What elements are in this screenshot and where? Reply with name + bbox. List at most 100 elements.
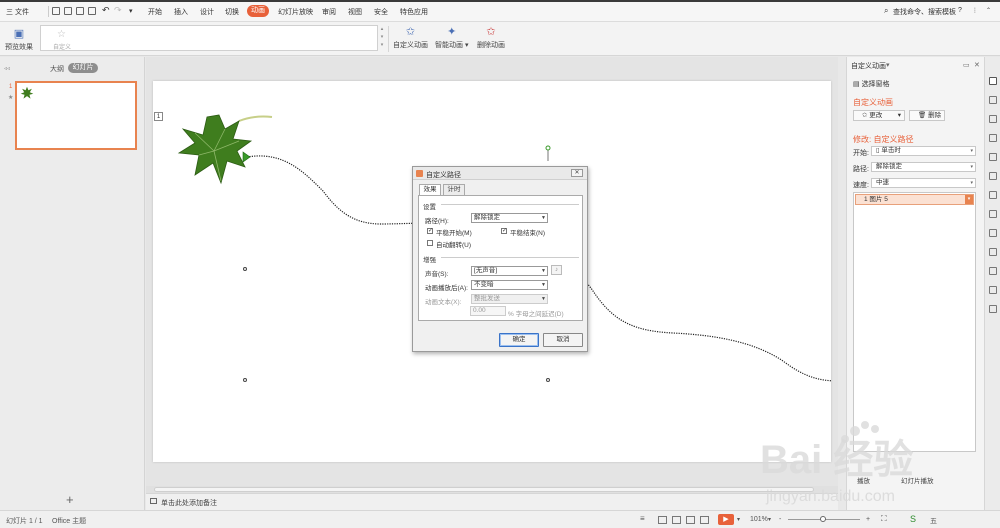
close-icon[interactable]: ✕: [571, 169, 583, 177]
tab-animation[interactable]: 动画: [247, 5, 269, 17]
tab-slides[interactable]: 幻灯片: [68, 63, 98, 73]
sound-icon[interactable]: [989, 248, 997, 256]
notes-toggle-icon[interactable]: ≡: [640, 514, 645, 523]
help-button[interactable]: ?: [958, 7, 962, 14]
path-dropdown[interactable]: 解除锁定 ▾: [871, 162, 976, 172]
speed-dropdown[interactable]: 中速 ▾: [871, 178, 976, 188]
collapse-panel-icon[interactable]: ◃◃: [4, 65, 10, 72]
auto-reverse-checkbox[interactable]: [427, 240, 433, 246]
slideshow-play-button[interactable]: ▶: [718, 514, 734, 525]
notes-pane[interactable]: 单击此处添加备注: [146, 493, 838, 510]
zoom-out-button[interactable]: -: [779, 516, 781, 523]
delete-animation-button[interactable]: ✩ 删除动画: [477, 26, 505, 50]
save-icon[interactable]: [52, 7, 60, 15]
cancel-button[interactable]: 取消: [543, 333, 583, 347]
play-options-chevron-icon[interactable]: ▾: [737, 516, 740, 523]
format-icon[interactable]: [989, 153, 997, 161]
help-icon[interactable]: [989, 305, 997, 313]
reading-mode-icon[interactable]: [700, 516, 709, 524]
redo-icon[interactable]: ↷: [114, 5, 122, 16]
smooth-start-checkbox[interactable]: ✓: [427, 228, 433, 234]
export-pdf-icon[interactable]: [88, 7, 96, 15]
zoom-level[interactable]: 101%: [750, 516, 768, 523]
reading-view-icon[interactable]: [686, 516, 695, 524]
list-item[interactable]: 1 图片 5 ▾: [855, 194, 974, 205]
preview-effect-button[interactable]: ▣ 预览效果: [5, 28, 33, 52]
scrollbar-thumb[interactable]: [154, 487, 814, 492]
tab-security[interactable]: 安全: [374, 7, 388, 17]
resize-handle[interactable]: [546, 378, 550, 382]
input-method-icon[interactable]: S: [910, 514, 916, 524]
tab-outline[interactable]: 大纲: [50, 64, 64, 74]
resize-handle[interactable]: [243, 378, 247, 382]
sound-select[interactable]: [无声音] ▼: [471, 266, 548, 276]
layout-icon[interactable]: [989, 191, 997, 199]
normal-view-icon[interactable]: [658, 516, 667, 524]
select-pane-button[interactable]: ▤ 选择窗格: [853, 79, 890, 89]
change-effect-button[interactable]: ✩ 更改 ▾: [853, 110, 905, 121]
star-icon[interactable]: [989, 172, 997, 180]
history-icon[interactable]: [989, 286, 997, 294]
pane-restore-icon[interactable]: ▭: [963, 61, 970, 69]
tab-slideshow[interactable]: 幻灯片放映: [278, 7, 313, 17]
tab-design[interactable]: 设计: [200, 7, 214, 17]
pane-close-icon[interactable]: ✕: [974, 61, 980, 69]
delete-animation-label: 删除动画: [477, 42, 505, 49]
horizontal-scrollbar[interactable]: [146, 486, 838, 493]
path-label: 路径:: [853, 166, 869, 173]
smart-star-icon: ✦: [447, 26, 457, 38]
resize-handle[interactable]: [243, 267, 247, 271]
ok-button[interactable]: 确定: [499, 333, 539, 347]
tab-transition[interactable]: 切换: [225, 7, 239, 17]
custom-animation-button[interactable]: ✩ 自定义动画: [393, 26, 428, 50]
quick-access-dropdown-icon[interactable]: ▾: [129, 7, 133, 15]
smooth-end-checkbox[interactable]: ✓: [501, 228, 507, 234]
zoom-in-button[interactable]: +: [866, 516, 870, 523]
tab-review[interactable]: 审阅: [322, 7, 336, 17]
adjust-icon[interactable]: [989, 134, 997, 142]
tab-insert[interactable]: 插入: [174, 7, 188, 17]
dialog-titlebar[interactable]: 自定义路径 ✕: [413, 167, 587, 180]
animation-gallery[interactable]: ☆ 自定义: [40, 25, 378, 51]
add-slide-button[interactable]: +: [66, 492, 74, 507]
tab-view[interactable]: 视图: [348, 7, 362, 17]
file-menu[interactable]: 三 文件: [6, 7, 29, 17]
tab-start[interactable]: 开始: [148, 7, 162, 17]
delete-effect-button[interactable]: 🗑 删除: [909, 110, 945, 121]
print-preview-icon[interactable]: [76, 7, 84, 15]
after-animation-select[interactable]: 不变暗 ▼: [471, 280, 548, 290]
animation-pane-icon[interactable]: [989, 77, 997, 85]
tab-special[interactable]: 特色应用: [400, 7, 428, 17]
animate-text-select: 整批发送 ▼: [471, 294, 548, 304]
undo-icon[interactable]: ↶: [102, 5, 110, 16]
path-select[interactable]: 解除锁定 ▼: [471, 213, 548, 223]
notes-placeholder[interactable]: 单击此处添加备注: [161, 498, 217, 508]
zoom-slider-knob[interactable]: [820, 516, 826, 522]
start-dropdown[interactable]: ▯ 单击时 ▾: [871, 146, 976, 156]
object-icon[interactable]: [989, 96, 997, 104]
slide-sorter-icon[interactable]: [672, 516, 681, 524]
command-search[interactable]: 查找命令、搜索模板: [893, 7, 956, 17]
print-icon[interactable]: [64, 7, 72, 15]
chevron-down-icon[interactable]: ▾: [965, 195, 973, 204]
animation-list[interactable]: 1 图片 5 ▾: [853, 192, 976, 452]
picture-icon[interactable]: [989, 229, 997, 237]
gallery-scroll[interactable]: ▴ ▾ ▾: [379, 25, 385, 51]
gallery-item-custom[interactable]: 自定义: [53, 42, 71, 51]
fit-window-icon[interactable]: ⛶: [881, 514, 887, 524]
speaker-icon[interactable]: ♪: [551, 265, 562, 275]
more-icon[interactable]: ⋮: [972, 7, 978, 14]
after-animation-value: 不变暗: [474, 281, 494, 288]
pane-menu-chevron-icon[interactable]: ▾: [886, 61, 890, 69]
collapse-ribbon-icon[interactable]: ⌃: [986, 7, 991, 14]
shape-icon[interactable]: [989, 115, 997, 123]
zoom-dropdown-chevron-icon[interactable]: ▾: [768, 516, 771, 523]
tab-timing[interactable]: 计时: [443, 184, 465, 195]
slide-thumbnail[interactable]: [15, 81, 137, 150]
share-icon[interactable]: [989, 267, 997, 275]
smart-animation-button[interactable]: ✦ 智能动画 ▾: [435, 26, 468, 50]
sound-label: 声音(S):: [425, 271, 449, 278]
ime-mode-icon[interactable]: 五: [930, 516, 937, 526]
search-icon[interactable]: ⌕: [884, 6, 888, 16]
template-icon[interactable]: [989, 210, 997, 218]
